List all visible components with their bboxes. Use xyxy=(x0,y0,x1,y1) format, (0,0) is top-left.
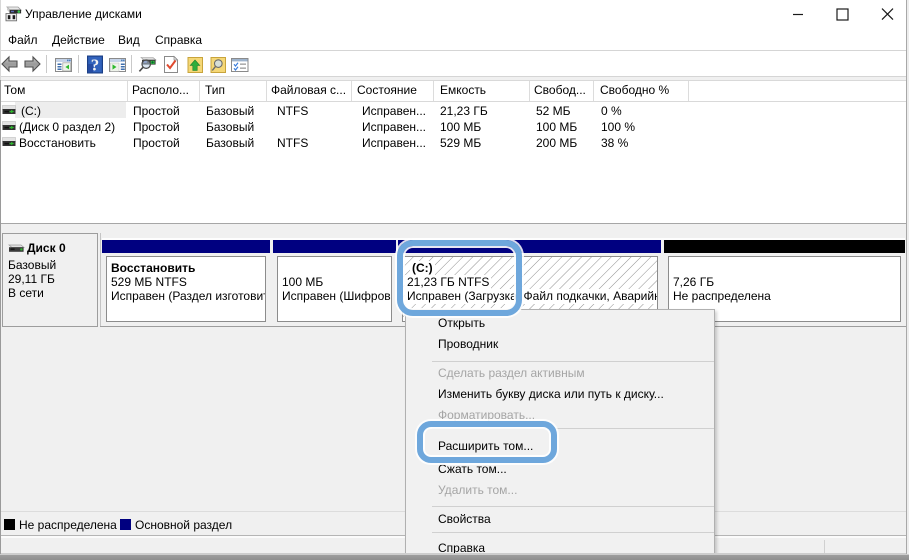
svg-text:?: ? xyxy=(91,56,100,75)
